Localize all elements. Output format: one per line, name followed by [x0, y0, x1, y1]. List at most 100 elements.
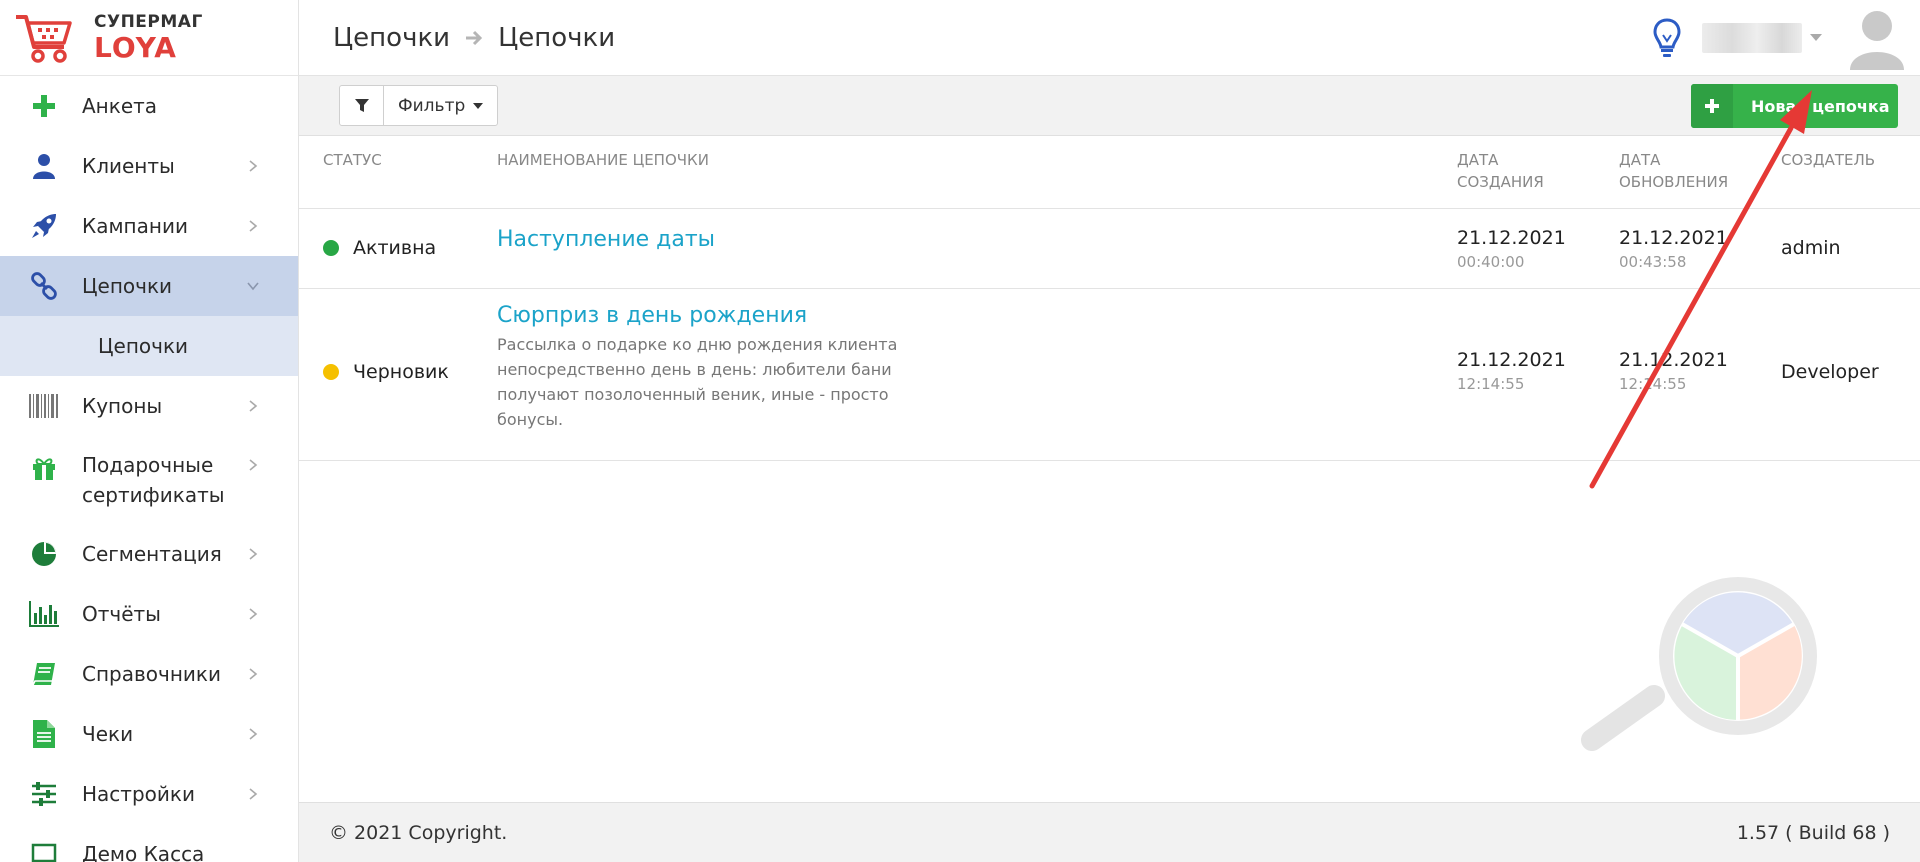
chevron-right-icon — [249, 459, 258, 471]
created-date: 21.12.2021 — [1457, 349, 1566, 371]
sidebar-item-label: Купоны — [82, 394, 163, 418]
status-text: Черновик — [353, 361, 449, 383]
chevron-right-icon — [249, 608, 258, 620]
sidebar-item-label: Настройки — [82, 782, 195, 806]
sidebar-item-segmentation[interactable]: Сегментация — [0, 524, 298, 584]
avatar-icon[interactable] — [1848, 6, 1906, 70]
sliders-icon — [28, 778, 60, 810]
column-header-created[interactable]: Дата создания — [1457, 149, 1544, 193]
monitor-icon — [28, 838, 60, 862]
created-cell: 21.12.2021 00:40:00 — [1457, 227, 1566, 271]
filter-group: Фильтр — [339, 85, 499, 126]
filter-icon-button[interactable] — [340, 86, 384, 125]
new-chain-button[interactable]: Новая цепочка — [1691, 84, 1898, 128]
updated-cell: 21.12.2021 00:43:58 — [1619, 227, 1728, 271]
sidebar-subitem-chains[interactable]: Цепочки — [0, 316, 298, 376]
magnifier-pie-illustration — [1581, 577, 1817, 751]
funnel-icon — [354, 98, 369, 112]
chains-table: Статус Наименование цепочки Дата создани… — [299, 137, 1920, 461]
table-row[interactable]: Активна Наступление даты 21.12.2021 00:4… — [299, 209, 1920, 289]
new-chain-label: Новая цепочка — [1751, 96, 1890, 116]
breadcrumb-current: Цепочки — [498, 22, 616, 53]
updated-time: 12:14:55 — [1619, 375, 1687, 393]
column-header-created-line2: создания — [1457, 173, 1544, 191]
column-header-updated[interactable]: Дата обновления — [1619, 149, 1728, 193]
sidebar-item-label: Чеки — [82, 722, 134, 746]
chevron-right-icon — [249, 220, 258, 232]
sidebar-item-anketa[interactable]: Анкета — [0, 76, 298, 136]
sidebar-item-label: Цепочки — [82, 274, 173, 298]
updated-time: 00:43:58 — [1619, 253, 1687, 271]
chain-name-cell: Сюрприз в день рождения Рассылка о подар… — [497, 303, 917, 432]
link-icon — [28, 270, 60, 302]
column-header-created-line1: Дата — [1457, 151, 1499, 169]
updated-date: 21.12.2021 — [1619, 227, 1728, 249]
status-cell: Черновик — [323, 361, 449, 383]
sidebar-item-settings[interactable]: Настройки — [0, 764, 298, 824]
status-dot — [323, 364, 339, 380]
status-cell: Активна — [323, 237, 436, 259]
sidebar-item-campaigns[interactable]: Кампании — [0, 196, 298, 256]
sidebar-item-label: Справочники — [82, 662, 221, 686]
sidebar-item-gift-cards[interactable]: Подарочные сертификаты — [0, 436, 298, 524]
sidebar-item-receipts[interactable]: Чеки — [0, 704, 298, 764]
chevron-right-icon — [249, 788, 258, 800]
sidebar-item-label: Отчёты — [82, 602, 161, 626]
barcode-icon — [28, 390, 60, 422]
user-name-blurred[interactable] — [1702, 23, 1802, 53]
updated-cell: 21.12.2021 12:14:55 — [1619, 349, 1728, 393]
chain-name-link[interactable]: Сюрприз в день рождения — [497, 303, 917, 328]
caret-down-icon — [473, 102, 484, 109]
table-header: Статус Наименование цепочки Дата создани… — [299, 137, 1920, 209]
sidebar-item-label: Анкета — [82, 94, 158, 118]
chain-description: Рассылка о подарке ко дню рождения клиен… — [497, 335, 898, 429]
sidebar-item-directories[interactable]: Справочники — [0, 644, 298, 704]
chain-name-link[interactable]: Наступление даты — [497, 227, 715, 252]
bar-chart-icon — [28, 598, 60, 630]
pie-chart-icon — [28, 538, 60, 570]
created-time: 12:14:55 — [1457, 375, 1525, 393]
filter-label: Фильтр — [398, 95, 466, 116]
user-icon — [28, 150, 60, 182]
creator-cell: admin — [1781, 237, 1841, 259]
plus-icon — [1691, 84, 1733, 128]
column-header-name[interactable]: Наименование цепочки — [497, 149, 709, 171]
sidebar-item-label: Демо Касса — [82, 842, 205, 862]
updated-date: 21.12.2021 — [1619, 349, 1728, 371]
chevron-down-icon[interactable] — [1810, 34, 1822, 42]
sidebar-item-reports[interactable]: Отчёты — [0, 584, 298, 644]
column-header-updated-line2: обновления — [1619, 173, 1729, 191]
plus-icon — [28, 90, 60, 122]
sidebar-item-label: Кампании — [82, 214, 188, 238]
chevron-right-icon — [249, 548, 258, 560]
top-header: Цепочки Цепочки — [299, 0, 1920, 76]
status-dot — [323, 240, 339, 256]
breadcrumb-item[interactable]: Цепочки — [333, 23, 450, 53]
arrow-right-icon — [466, 30, 483, 45]
logo-line2: LOYA — [94, 30, 177, 64]
column-header-status[interactable]: Статус — [323, 149, 382, 171]
cart-logo-icon — [16, 14, 72, 63]
breadcrumb: Цепочки Цепочки — [333, 23, 615, 53]
sidebar-item-label: Сегментация — [82, 542, 222, 566]
column-header-updated-line1: Дата — [1619, 151, 1661, 169]
footer: © 2021 Copyright. 1.57 ( Build 68 ) — [299, 802, 1920, 862]
created-cell: 21.12.2021 12:14:55 — [1457, 349, 1566, 393]
logo-line1: СУПЕРМАГ — [94, 11, 203, 32]
table-row[interactable]: Черновик Сюрприз в день рождения Рассылк… — [299, 289, 1920, 461]
sidebar-item-coupons[interactable]: Купоны — [0, 376, 298, 436]
logo[interactable]: СУПЕРМАГ LOYA — [0, 0, 298, 76]
column-header-creator[interactable]: Создатель — [1781, 149, 1875, 171]
sidebar-item-clients[interactable]: Клиенты — [0, 136, 298, 196]
status-text: Активна — [353, 237, 437, 259]
receipt-icon — [28, 718, 60, 750]
sidebar-item-chains[interactable]: Цепочки — [0, 256, 298, 316]
lightbulb-icon[interactable] — [1652, 17, 1682, 59]
gift-icon — [28, 452, 60, 484]
chevron-down-icon — [247, 282, 259, 291]
sidebar: СУПЕРМАГ LOYA Анкета Клиенты Кампании Це… — [0, 0, 299, 862]
filter-dropdown-button[interactable]: Фильтр — [384, 86, 497, 125]
chevron-right-icon — [249, 728, 258, 740]
chevron-right-icon — [249, 400, 258, 412]
sidebar-item-demo-register[interactable]: Демо Касса — [0, 824, 298, 862]
